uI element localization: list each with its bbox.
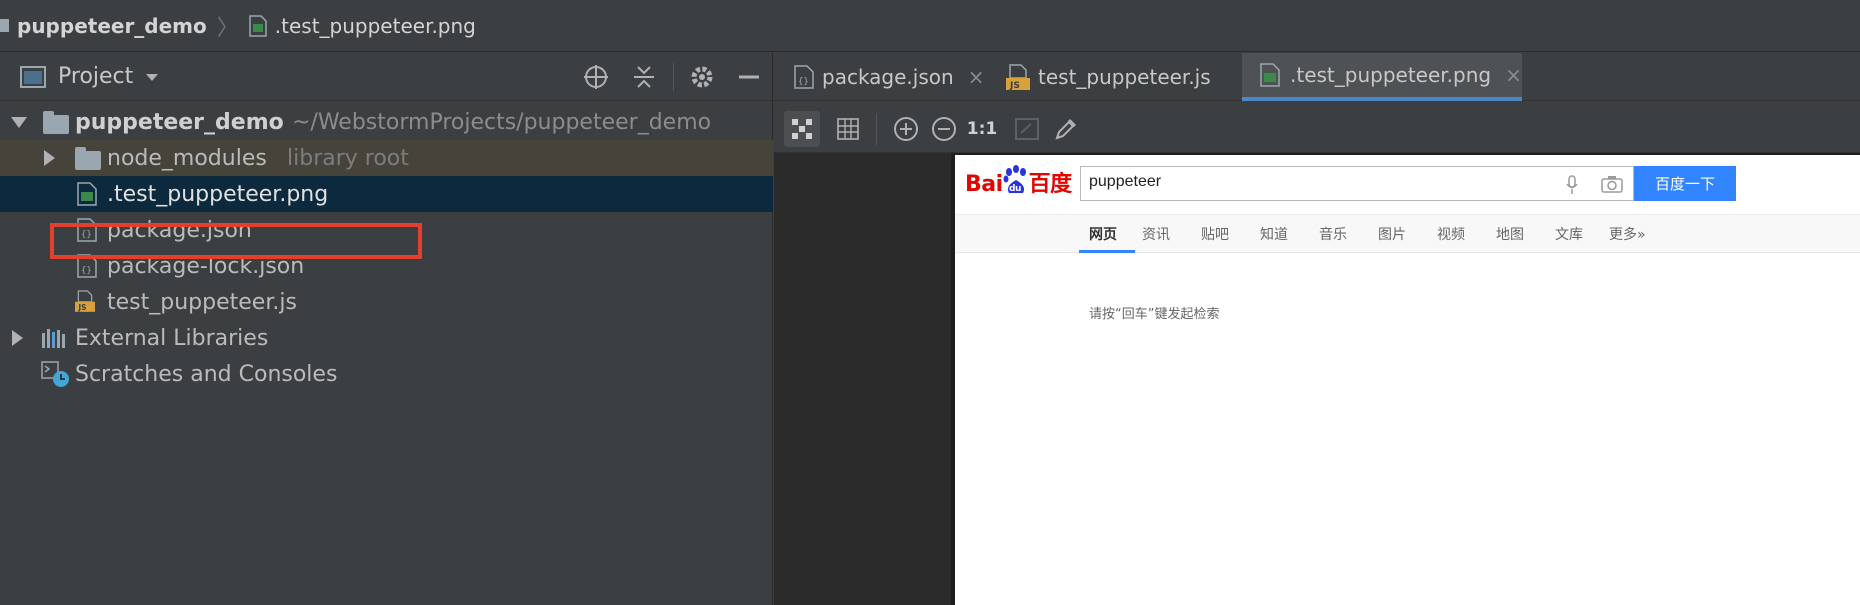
hide-icon[interactable]	[735, 63, 763, 91]
close-icon[interactable]: ×	[1505, 63, 1522, 87]
tab-label: test_puppeteer.js	[1038, 65, 1211, 89]
baidu-search-button: 百度一下	[1634, 166, 1736, 201]
baidu-nav-tab: 图片	[1378, 227, 1406, 243]
locate-icon[interactable]	[582, 63, 610, 91]
expand-arrow-icon[interactable]	[11, 117, 27, 128]
color-picker-button[interactable]	[1048, 111, 1084, 147]
tree-file-label: .test_puppeteer.png	[107, 181, 329, 207]
tab-test-puppeteer-png[interactable]: .test_puppeteer.png ×	[1242, 53, 1522, 101]
fit-zoom-icon	[1015, 118, 1039, 140]
baidu-nav-tab: 文库	[1555, 227, 1583, 243]
grid-toggle-button[interactable]	[830, 111, 866, 147]
collapse-arrow-icon[interactable]	[12, 330, 23, 346]
chessboard-icon	[792, 119, 812, 139]
toolbar-separator	[876, 113, 877, 145]
tree-row-external-libraries[interactable]: External Libraries	[0, 320, 773, 356]
image-file-icon	[77, 182, 97, 206]
zoom-in-button[interactable]	[888, 111, 924, 147]
scratches-label: Scratches and Consoles	[75, 361, 338, 387]
node-modules-label: node_modules	[107, 145, 267, 171]
baidu-hint-text: 请按“回车”键发起检索	[1089, 307, 1220, 322]
zoom-out-button[interactable]	[926, 111, 962, 147]
gear-icon[interactable]	[688, 63, 716, 91]
logo-text: 百度	[1028, 172, 1073, 197]
baidu-nav-tab: 知道	[1260, 227, 1288, 243]
js-file-icon: JS	[75, 290, 95, 312]
library-icon	[42, 329, 65, 348]
image-editor: 1:1 Bai du 百度 puppeteer 百度一下 网页 资讯 贴吧 知道…	[774, 101, 1860, 605]
camera-icon	[1601, 176, 1623, 193]
external-libraries-label: External Libraries	[75, 325, 269, 351]
project-panel-header: Project	[0, 53, 772, 101]
baidu-nav-tab: 资讯	[1142, 227, 1170, 243]
scratches-icon	[41, 361, 69, 387]
actual-size-label: 1:1	[966, 119, 998, 139]
project-view-title[interactable]: Project	[58, 64, 133, 89]
zoom-out-icon	[932, 117, 956, 141]
tree-row-scratches[interactable]: Scratches and Consoles	[0, 356, 773, 392]
tree-row-root[interactable]: puppeteer_demo ~/WebstormProjects/puppet…	[0, 104, 773, 140]
baidu-header: Bai du 百度 puppeteer 百度一下	[955, 155, 1860, 215]
navigation-bar: puppeteer_demo 〉 .test_puppeteer.png	[0, 0, 1860, 52]
tab-label: .test_puppeteer.png	[1290, 63, 1492, 87]
image-file-icon	[1260, 63, 1280, 87]
folder-icon	[75, 147, 101, 170]
image-toolbar: 1:1	[774, 101, 1860, 153]
chevron-down-icon[interactable]	[145, 72, 159, 82]
root-folder-path: ~/WebstormProjects/puppeteer_demo	[292, 109, 712, 135]
js-file-icon: JS	[1006, 64, 1030, 90]
svg-text:JS: JS	[77, 303, 86, 312]
baidu-nav-tab: 音乐	[1319, 227, 1347, 243]
logo-text: Bai	[965, 172, 1003, 197]
breadcrumb-separator: 〉	[216, 15, 239, 41]
zoom-in-icon	[894, 117, 918, 141]
fit-zoom-button[interactable]	[1009, 111, 1045, 147]
tree-file-label: test_puppeteer.js	[107, 289, 297, 315]
microphone-icon	[1566, 175, 1578, 194]
actual-size-button[interactable]: 1:1	[964, 111, 1000, 147]
baidu-nav-tab: 更多»	[1609, 227, 1646, 243]
library-root-hint: library root	[287, 145, 409, 171]
eyedropper-icon	[1055, 118, 1077, 140]
image-preview: Bai du 百度 puppeteer 百度一下 网页 资讯 贴吧 知道 音乐 …	[951, 153, 1860, 605]
close-icon[interactable]: ×	[968, 65, 985, 89]
active-tab-underline	[1079, 250, 1135, 253]
baidu-nav-tab: 贴吧	[1201, 227, 1229, 243]
folder-icon	[43, 111, 69, 134]
svg-text:{}: {}	[81, 266, 92, 276]
header-divider	[673, 63, 674, 91]
baidu-nav-tab: 地图	[1496, 227, 1524, 243]
breadcrumb-file[interactable]: .test_puppeteer.png	[275, 14, 476, 38]
svg-text:{}: {}	[798, 77, 809, 87]
chessboard-background-button[interactable]	[784, 111, 820, 147]
grid-icon	[837, 118, 859, 140]
project-tool-window: Project puppeteer_demo ~/WebstormProject…	[0, 53, 773, 605]
image-file-icon	[249, 14, 267, 37]
tree-row-node-modules[interactable]: node_modules library root	[0, 140, 773, 176]
tab-package-json[interactable]: {} package.json ×	[794, 53, 984, 101]
tab-label: package.json	[822, 65, 954, 89]
baidu-nav-tab: 视频	[1437, 227, 1465, 243]
folder-icon	[0, 19, 9, 32]
tree-row-js-file[interactable]: JS test_puppeteer.js	[0, 284, 773, 320]
baidu-logo: Bai du 百度	[965, 165, 1072, 198]
collapse-arrow-icon[interactable]	[44, 150, 55, 166]
baidu-nav-tab: 网页	[1089, 227, 1117, 243]
collapse-all-icon[interactable]	[630, 63, 658, 91]
baidu-nav: 网页 资讯 贴吧 知道 音乐 图片 视频 地图 文库 更多»	[955, 215, 1860, 253]
tab-test-puppeteer-js[interactable]: JS test_puppeteer.js	[1006, 53, 1211, 101]
tree-row-png-file[interactable]: .test_puppeteer.png	[0, 176, 773, 212]
breadcrumb-project[interactable]: puppeteer_demo	[17, 14, 207, 38]
annotation-highlight	[50, 223, 422, 259]
search-value: puppeteer	[1089, 173, 1162, 190]
paw-icon: du	[1003, 165, 1026, 194]
root-folder-label: puppeteer_demo	[75, 109, 284, 135]
svg-text:JS: JS	[1009, 81, 1020, 90]
project-view-icon	[20, 65, 46, 88]
json-file-icon: {}	[794, 65, 814, 89]
baidu-search-input: puppeteer	[1080, 166, 1634, 201]
editor-tab-bar: {} package.json × JS test_puppeteer.js .…	[774, 53, 1860, 101]
logo-du-text: du	[1009, 184, 1021, 194]
